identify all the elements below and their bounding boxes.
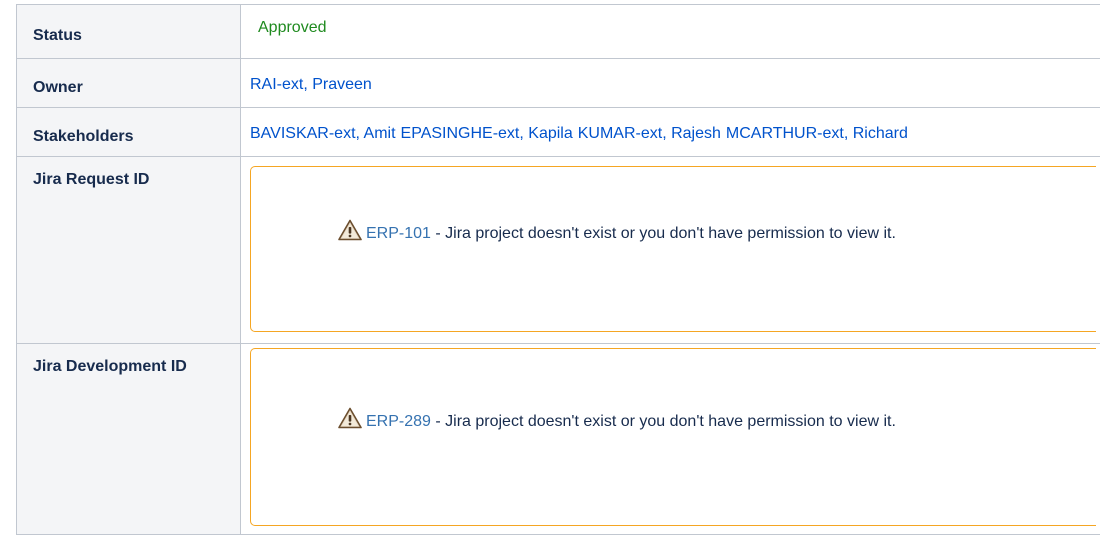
owner-value-cell: RAI-ext, Praveen — [240, 58, 1100, 108]
jira-development-row: Jira Development ID ERP-289 - Jira proje… — [16, 343, 1100, 535]
jira-request-label: Jira Request ID — [33, 171, 150, 188]
status-label: Status — [33, 27, 82, 44]
jira-request-row: Jira Request ID ERP-101 - Jira project d… — [16, 156, 1100, 344]
stakeholder-user-link[interactable]: BAVISKAR-ext, Amit — [250, 125, 396, 142]
owner-user-link[interactable]: RAI-ext, Praveen — [250, 76, 372, 93]
jira-request-value-cell: ERP-101 - Jira project doesn't exist or … — [240, 156, 1100, 344]
jira-request-key-cell: Jira Request ID — [16, 156, 241, 344]
jira-issue-link[interactable]: ERP-289 — [366, 413, 431, 430]
stakeholders-row: Stakeholders BAVISKAR-ext, Amit EPASINGHE… — [16, 107, 1100, 157]
owner-label: Owner — [33, 79, 83, 96]
stakeholder-user-link[interactable]: MCARTHUR-ext, Richard — [726, 125, 908, 142]
jira-development-value-cell: ERP-289 - Jira project doesn't exist or … — [240, 343, 1100, 535]
jira-request-message: ERP-101 - Jira project doesn't exist or … — [338, 216, 1048, 251]
status-key-cell: Status — [16, 4, 241, 59]
status-row: Status Approved — [16, 4, 1100, 59]
jira-error-text: - Jira project doesn't exist or you don'… — [430, 225, 896, 242]
jira-development-warning-box: ERP-289 - Jira project doesn't exist or … — [250, 348, 1096, 526]
stakeholders-key-cell: Stakeholders — [16, 107, 241, 157]
owner-row: Owner RAI-ext, Praveen — [16, 58, 1100, 108]
jira-request-warning-box: ERP-101 - Jira project doesn't exist or … — [250, 166, 1096, 332]
jira-development-key-cell: Jira Development ID — [16, 343, 241, 535]
jira-error-text: - Jira project doesn't exist or you don'… — [430, 413, 896, 430]
jira-development-label: Jira Development ID — [33, 358, 187, 375]
stakeholder-user-link[interactable]: KUMAR-ext, Rajesh — [578, 125, 721, 142]
warning-icon — [338, 219, 362, 241]
status-value-cell: Approved — [240, 4, 1100, 59]
stakeholders-label: Stakeholders — [33, 128, 134, 145]
stakeholder-user-link[interactable]: EPASINGHE-ext, Kapila — [401, 125, 573, 142]
warning-icon — [338, 407, 362, 429]
jira-development-message: ERP-289 - Jira project doesn't exist or … — [338, 404, 1048, 439]
status-value: Approved — [258, 19, 327, 36]
stakeholders-value-cell: BAVISKAR-ext, Amit EPASINGHE-ext, Kapila K… — [240, 107, 1100, 157]
jira-issue-link[interactable]: ERP-101 — [366, 225, 431, 242]
page-properties-table: Status Approved Owner RAI-ext, Praveen S… — [16, 4, 1100, 535]
owner-key-cell: Owner — [16, 58, 241, 108]
